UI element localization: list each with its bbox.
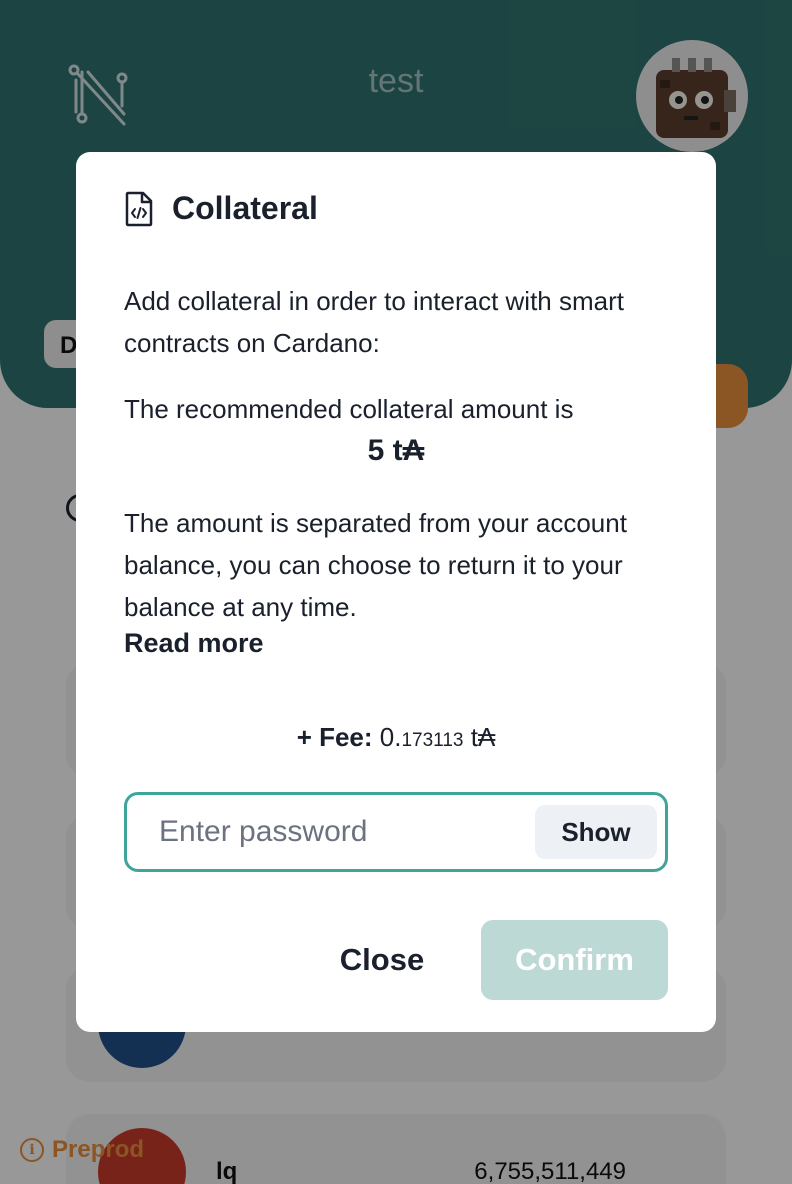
show-password-button[interactable]: Show bbox=[535, 805, 657, 859]
collateral-modal: Collateral Add collateral in order to in… bbox=[76, 152, 716, 1032]
explanation-text: The amount is separated from your accoun… bbox=[124, 508, 627, 622]
fee-value-whole: 0. bbox=[379, 722, 402, 752]
password-input[interactable] bbox=[159, 809, 519, 855]
fee-row: + Fee: 0.173113 t₳ bbox=[76, 722, 716, 753]
recommended-label: The recommended collateral amount is bbox=[124, 394, 574, 424]
read-more-link[interactable]: Read more bbox=[124, 628, 264, 659]
password-field: Show bbox=[124, 792, 668, 872]
fee-unit: t₳ bbox=[470, 722, 496, 752]
file-code-icon bbox=[125, 191, 153, 226]
fee-label: + Fee: bbox=[296, 722, 373, 752]
fee-value-decimals: 173113 bbox=[401, 730, 464, 751]
modal-header: Collateral bbox=[124, 190, 318, 227]
close-button[interactable]: Close bbox=[316, 920, 448, 1000]
intro-text: Add collateral in order to interact with… bbox=[124, 286, 624, 358]
recommended-amount: 5 t₳ bbox=[367, 434, 425, 467]
modal-title: Collateral bbox=[172, 190, 318, 226]
confirm-button[interactable]: Confirm bbox=[481, 920, 668, 1000]
